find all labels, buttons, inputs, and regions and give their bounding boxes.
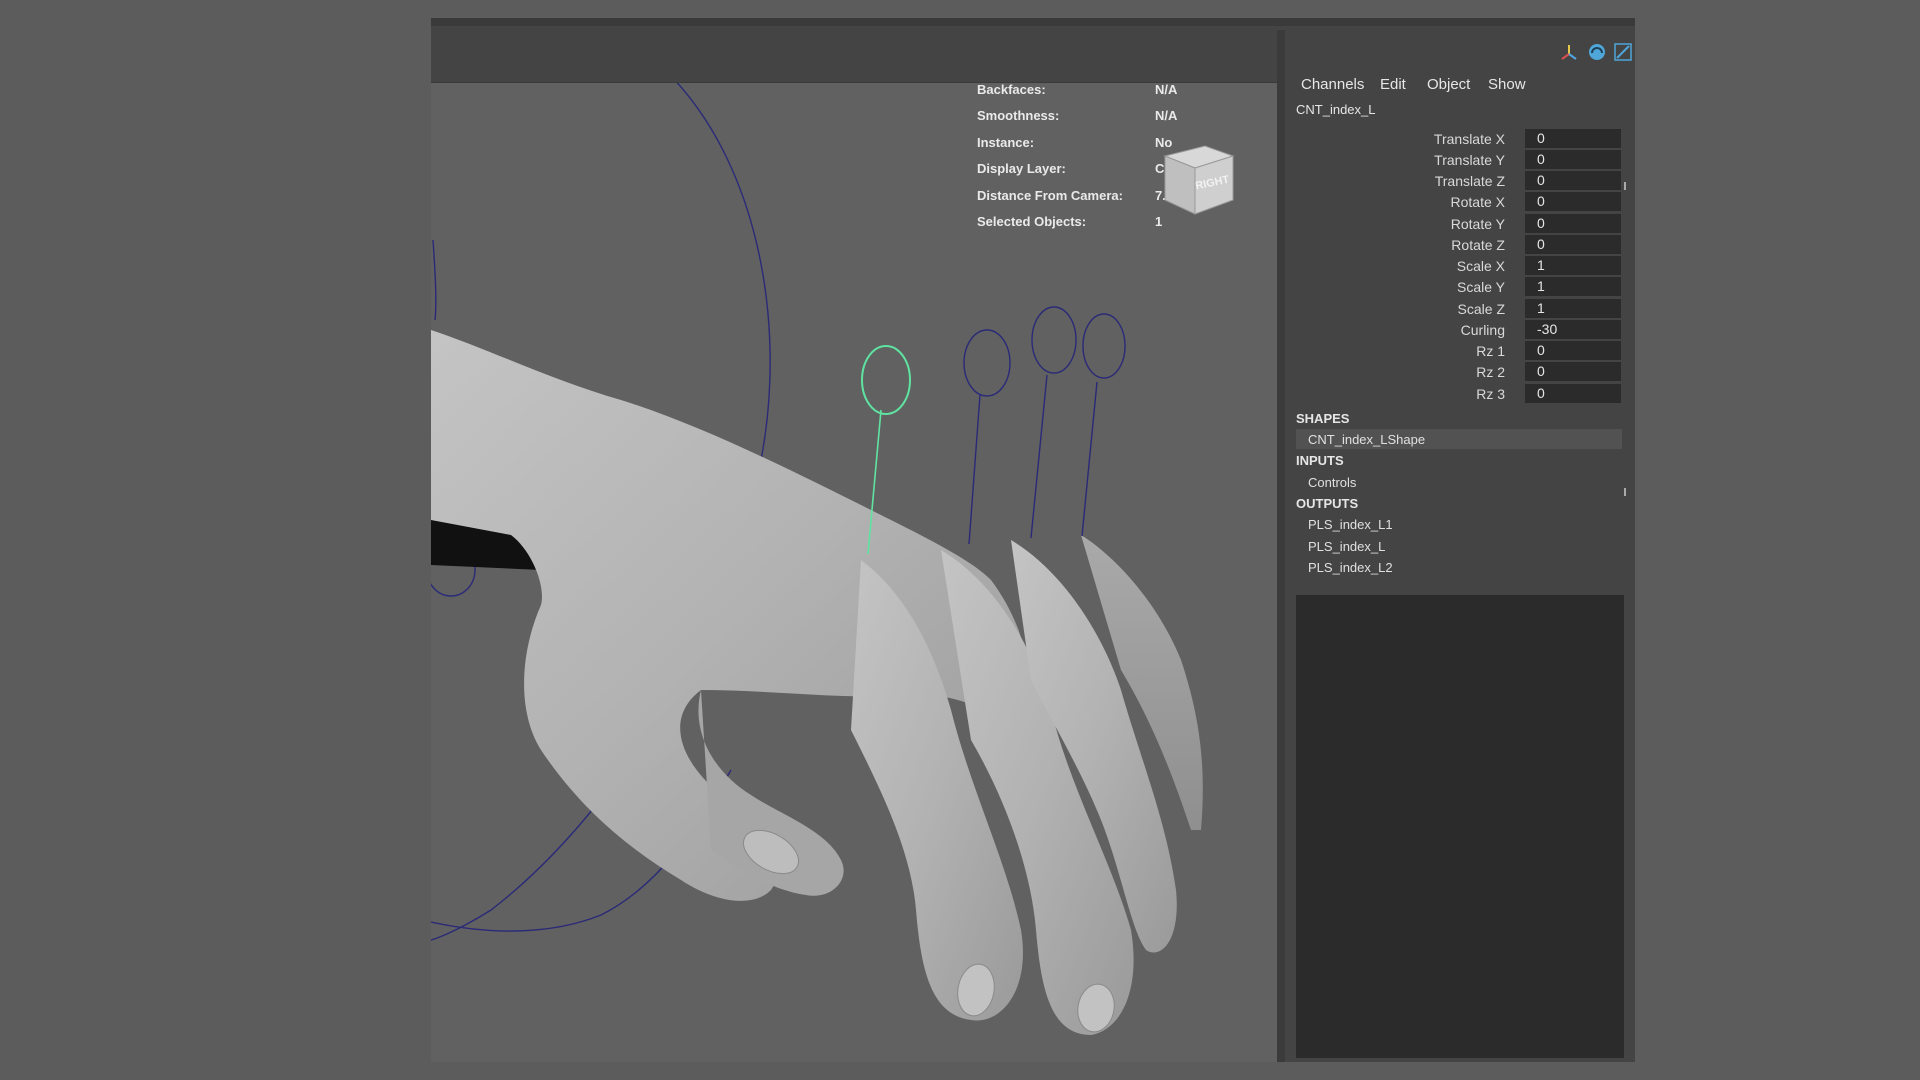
hud-row-backfaces: Backfaces: N/A: [977, 82, 1217, 102]
attr-label[interactable]: Translate Z: [1435, 173, 1505, 189]
outputs-header: OUTPUTS: [1296, 496, 1359, 511]
attr-translate-y[interactable]: Translate Y 0: [1285, 150, 1625, 170]
panel-divider[interactable]: [1277, 30, 1285, 1062]
viewport-scene[interactable]: [431, 30, 1277, 1062]
pinky-control[interactable]: [1082, 313, 1126, 379]
title-strip: [431, 18, 1635, 26]
attr-translate-x[interactable]: Translate X 0: [1285, 129, 1625, 149]
attr-label[interactable]: Rz 3: [1476, 386, 1505, 402]
view-cube[interactable]: RIGHT: [1155, 138, 1235, 218]
hud-label: Distance From Camera:: [977, 188, 1123, 203]
attr-scale-x[interactable]: Scale X 1: [1285, 256, 1625, 276]
ring-control-stem[interactable]: [1030, 374, 1048, 539]
channel-box: Channels Edit Object Show CNT_index_L Tr…: [1285, 26, 1635, 1062]
attr-curling[interactable]: Curling -30: [1285, 320, 1625, 340]
menu-channels[interactable]: Channels: [1301, 76, 1364, 93]
attr-rz-2[interactable]: Rz 2 0: [1285, 362, 1625, 382]
attr-value-field[interactable]: 1: [1525, 256, 1621, 275]
attr-label[interactable]: Translate X: [1434, 131, 1505, 147]
hud-label: Backfaces:: [977, 82, 1046, 97]
attr-rotate-x[interactable]: Rotate X 0: [1285, 192, 1625, 212]
index-control-selected[interactable]: [861, 345, 911, 415]
attr-value-field[interactable]: 0: [1525, 171, 1621, 190]
graph-editor-icon[interactable]: [1613, 42, 1633, 62]
attr-label[interactable]: Rz 2: [1476, 364, 1505, 380]
channel-box-empty-area: [1296, 595, 1624, 1058]
attr-scale-y[interactable]: Scale Y 1: [1285, 277, 1625, 297]
attr-label[interactable]: Rotate Y: [1451, 216, 1505, 232]
attr-scale-z[interactable]: Scale Z 1: [1285, 299, 1625, 319]
hud-row-smoothness: Smoothness: N/A: [977, 108, 1217, 128]
attr-value-field[interactable]: 0: [1525, 362, 1621, 381]
attr-label[interactable]: Rotate Z: [1451, 237, 1505, 253]
channel-box-menu: Channels Edit Object Show: [1285, 76, 1615, 98]
arm-control-curve[interactable]: [432, 239, 437, 321]
attr-label[interactable]: Scale X: [1457, 258, 1505, 274]
hud-value: N/A: [1155, 82, 1178, 97]
scrollbar-handle[interactable]: [1624, 488, 1626, 496]
attr-value-field[interactable]: 0: [1525, 214, 1621, 233]
menu-edit[interactable]: Edit: [1380, 76, 1406, 93]
attr-value-field[interactable]: 0: [1525, 235, 1621, 254]
shapes-header: SHAPES: [1296, 411, 1350, 426]
attr-value-field[interactable]: 0: [1525, 341, 1621, 360]
attr-translate-z[interactable]: Translate Z 0: [1285, 171, 1625, 191]
hud-label: Smoothness:: [977, 108, 1060, 123]
attr-value-field[interactable]: 0: [1525, 384, 1621, 403]
attr-label[interactable]: Curling: [1461, 322, 1505, 338]
attr-rz-1[interactable]: Rz 1 0: [1285, 341, 1625, 361]
hud-label: Selected Objects:: [977, 214, 1087, 229]
menu-object[interactable]: Object: [1427, 76, 1470, 93]
maya-window: Backfaces: N/A Smoothness: N/A Instance:…: [431, 18, 1635, 1062]
attr-label[interactable]: Rotate X: [1451, 194, 1505, 210]
menu-show[interactable]: Show: [1488, 76, 1526, 93]
output-item[interactable]: PLS_index_L2: [1308, 560, 1393, 575]
attr-rotate-y[interactable]: Rotate Y 0: [1285, 214, 1625, 234]
middle-control[interactable]: [963, 329, 1011, 397]
3d-viewport[interactable]: Backfaces: N/A Smoothness: N/A Instance:…: [431, 30, 1277, 1062]
viewport-toolbar[interactable]: [431, 30, 1277, 83]
attr-label[interactable]: Translate Y: [1434, 152, 1505, 168]
attr-value-field[interactable]: 0: [1525, 150, 1621, 169]
ring-control[interactable]: [1031, 306, 1077, 374]
attr-label[interactable]: Rz 1: [1476, 343, 1505, 359]
output-item[interactable]: PLS_index_L1: [1308, 517, 1393, 532]
attr-rotate-z[interactable]: Rotate Z 0: [1285, 235, 1625, 255]
hud-value: N/A: [1155, 108, 1178, 123]
axes-icon[interactable]: [1559, 42, 1579, 62]
attr-value-field[interactable]: 0: [1525, 129, 1621, 148]
attr-rz-3[interactable]: Rz 3 0: [1285, 384, 1625, 404]
attr-value-field[interactable]: 1: [1525, 277, 1621, 296]
attr-label[interactable]: Scale Y: [1457, 279, 1505, 295]
selected-node-name[interactable]: CNT_index_L: [1296, 102, 1376, 117]
pinky-control-stem[interactable]: [1081, 381, 1098, 537]
attr-label[interactable]: Scale Z: [1458, 301, 1505, 317]
attr-value-field[interactable]: 1: [1525, 299, 1621, 318]
attr-value-field[interactable]: -30: [1525, 320, 1621, 339]
attr-value-field[interactable]: 0: [1525, 192, 1621, 211]
middle-control-stem[interactable]: [968, 394, 981, 545]
hud-label: Display Layer:: [977, 161, 1066, 176]
refresh-icon[interactable]: [1587, 42, 1607, 62]
scrollbar-handle[interactable]: [1624, 182, 1626, 190]
inputs-header: INPUTS: [1296, 453, 1344, 468]
input-item-controls[interactable]: Controls: [1308, 475, 1356, 490]
output-item[interactable]: PLS_index_L: [1308, 539, 1385, 554]
hud-label: Instance:: [977, 135, 1035, 150]
shape-item[interactable]: CNT_index_LShape: [1308, 432, 1425, 447]
